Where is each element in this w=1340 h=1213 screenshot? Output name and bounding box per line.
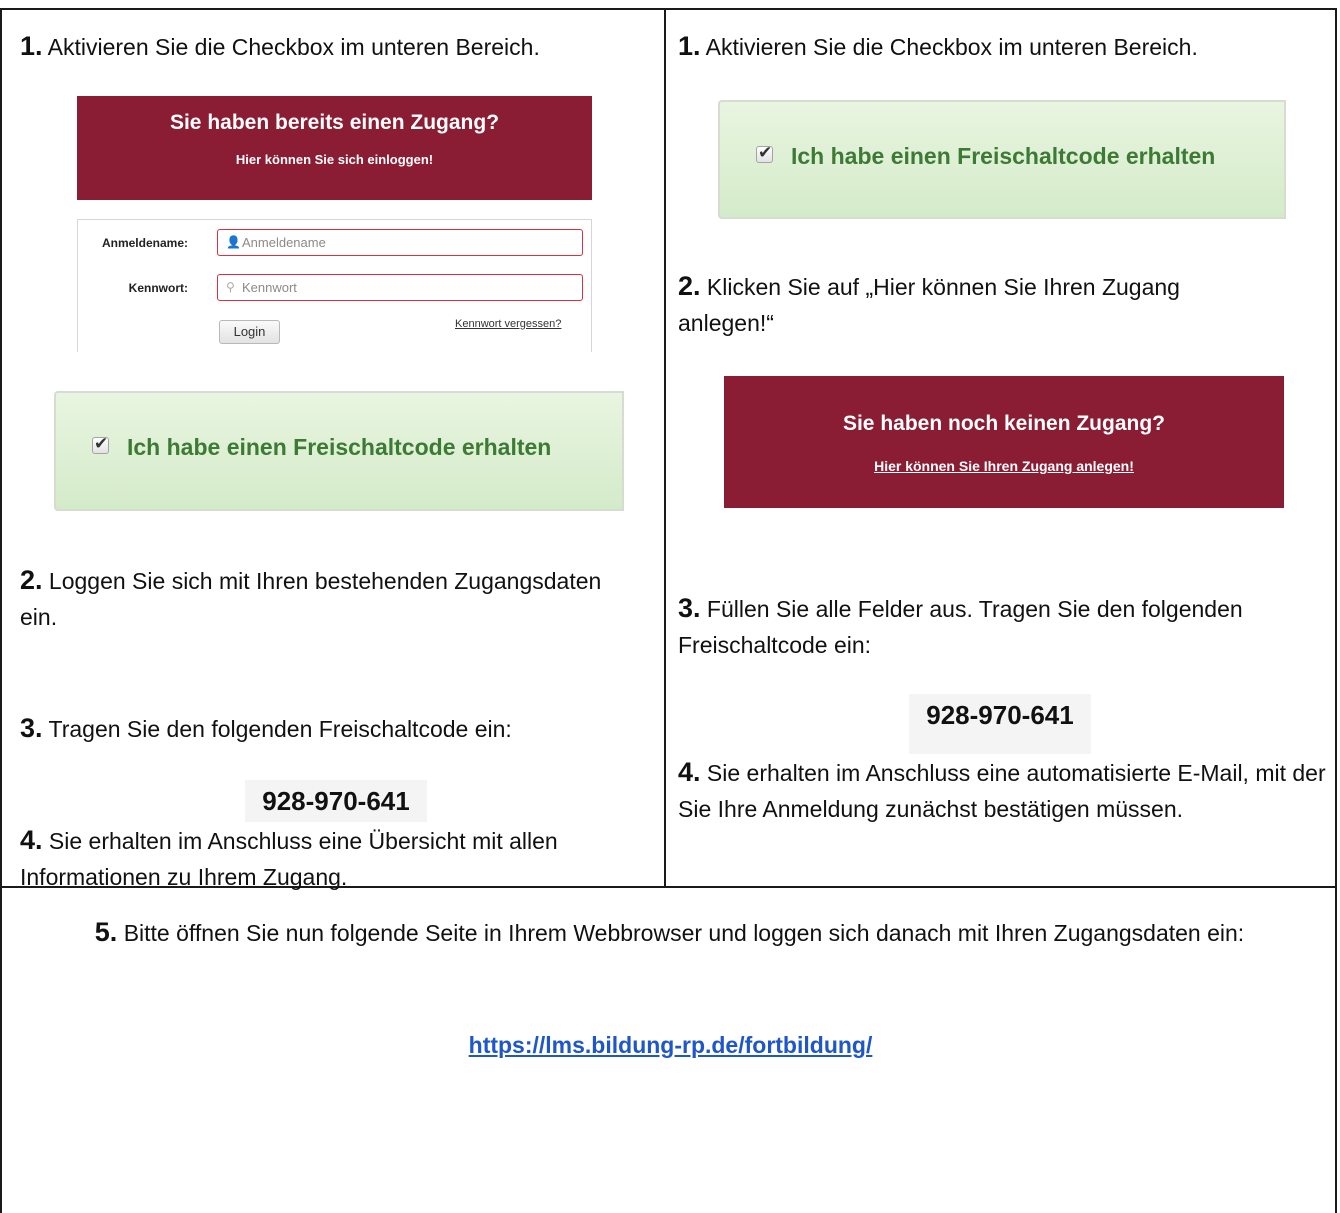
- banner-title: Sie haben bereits einen Zugang?: [169, 111, 500, 134]
- banner-title: Sie haben noch keinen Zugang?: [842, 412, 1166, 435]
- left-step-3: 3. Tragen Sie den folgenden Freischaltco…: [20, 710, 660, 747]
- banner-subtitle: Hier können Sie sich einloggen!: [235, 152, 434, 167]
- step-text: Aktivieren Sie die Checkbox im unteren B…: [705, 34, 1198, 60]
- step-text: Aktivieren Sie die Checkbox im unteren B…: [47, 34, 540, 60]
- step-text: Klicken Sie auf „Hier können Sie Ihren Z…: [678, 274, 1180, 336]
- user-icon: 👤: [226, 235, 241, 249]
- unlock-code-checkbox[interactable]: ✔: [756, 143, 773, 163]
- right-step-2: 2. Klicken Sie auf „Hier können Sie Ihre…: [678, 268, 1278, 341]
- instruction-table: 1. Aktivieren Sie die Checkbox im untere…: [0, 8, 1337, 1213]
- footer-step-5: 5. Bitte öffnen Sie nun folgende Seite i…: [22, 912, 1317, 954]
- step-number: 5.: [94, 917, 118, 947]
- checkbox-label: Ich habe einen Freischaltcode erhalten: [791, 143, 1216, 169]
- password-placeholder: Kennwort: [242, 280, 297, 295]
- checkmark-icon: ✔: [94, 434, 109, 453]
- step-text: Füllen Sie alle Felder aus. Tragen Sie d…: [678, 596, 1243, 658]
- login-button[interactable]: Login: [219, 320, 280, 344]
- step-number: 1.: [678, 31, 701, 61]
- right-step-4: 4. Sie erhalten im Anschluss eine automa…: [678, 754, 1330, 827]
- unlock-code: 928-970-641: [245, 780, 427, 822]
- unlock-code-checkbox[interactable]: ✔: [92, 434, 109, 454]
- step-text: Bitte öffnen Sie nun folgende Seite in I…: [123, 920, 1245, 946]
- unlock-code: 928-970-641: [909, 694, 1091, 754]
- password-label: Kennwort:: [128, 281, 188, 295]
- left-step-1: 1. Aktivieren Sie die Checkbox im untere…: [20, 28, 650, 65]
- username-input[interactable]: 👤 Anmeldename: [217, 229, 583, 256]
- step-number: 3.: [678, 593, 701, 623]
- step-number: 4.: [20, 825, 43, 855]
- username-placeholder: Anmeldename: [242, 235, 326, 250]
- right-step-3: 3. Füllen Sie alle Felder aus. Tragen Si…: [678, 590, 1330, 663]
- step-number: 4.: [678, 757, 701, 787]
- left-step-2: 2. Loggen Sie sich mit Ihren bestehenden…: [20, 562, 620, 635]
- unlock-code-checkbox-panel: ✔ Ich habe einen Freischaltcode erhalten: [718, 100, 1286, 219]
- step-text: Tragen Sie den folgenden Freischaltcode …: [48, 716, 512, 742]
- lms-url-link[interactable]: https://lms.bildung-rp.de/fortbildung/: [469, 1032, 873, 1058]
- step-number: 2.: [678, 271, 701, 301]
- register-banner: Sie haben noch keinen Zugang? Hier könne…: [724, 376, 1284, 508]
- right-step-1: 1. Aktivieren Sie die Checkbox im untere…: [678, 28, 1328, 65]
- login-form: Anmeldename: 👤 Anmeldename Kennwort: ⚲ K…: [77, 219, 592, 352]
- step-text: Loggen Sie sich mit Ihren bestehenden Zu…: [20, 568, 602, 630]
- checkmark-icon: ✔: [758, 143, 773, 162]
- left-step-4: 4. Sie erhalten im Anschluss eine Übersi…: [20, 822, 660, 895]
- login-banner: Sie haben bereits einen Zugang? Hier kön…: [77, 96, 592, 200]
- checkbox-label: Ich habe einen Freischaltcode erhalten: [127, 434, 552, 460]
- url-line: https://lms.bildung-rp.de/fortbildung/: [2, 1032, 1339, 1059]
- unlock-code-checkbox-panel: ✔ Ich habe einen Freischaltcode erhalten: [54, 391, 624, 511]
- username-label: Anmeldename:: [101, 236, 188, 250]
- password-input[interactable]: ⚲ Kennwort: [217, 274, 583, 301]
- step-number: 2.: [20, 565, 43, 595]
- step-text: Sie erhalten im Anschluss eine automatis…: [678, 760, 1326, 822]
- key-icon: ⚲: [226, 280, 235, 294]
- column-divider: [664, 10, 666, 887]
- forgot-password-link[interactable]: Kennwort vergessen?: [455, 318, 561, 330]
- step-number: 3.: [20, 713, 43, 743]
- step-number: 1.: [20, 31, 43, 61]
- step-text: Sie erhalten im Anschluss eine Übersicht…: [20, 828, 558, 890]
- register-link[interactable]: Hier können Sie Ihren Zugang anlegen!: [724, 458, 1284, 474]
